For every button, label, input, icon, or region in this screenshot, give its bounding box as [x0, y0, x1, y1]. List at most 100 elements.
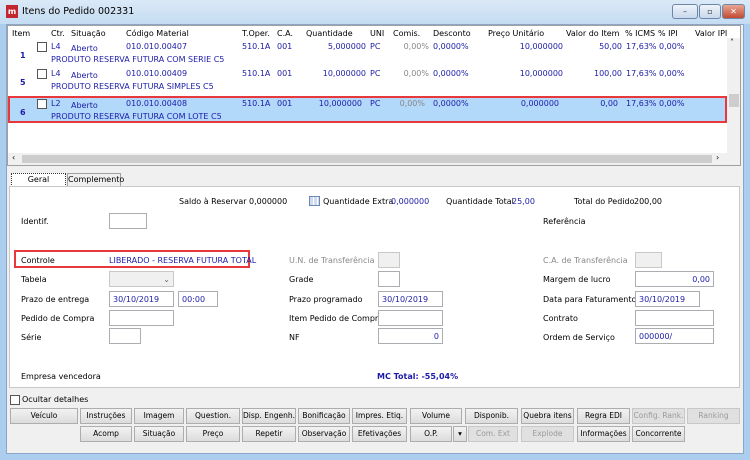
repetir-button[interactable]: Repetir	[242, 426, 296, 442]
item-number: 6	[20, 108, 26, 117]
controle-value: LIBERADO - RESERVA FUTURA TOTAL	[109, 256, 257, 265]
desconto: 0,0000%	[433, 69, 469, 78]
grade-input[interactable]	[378, 271, 400, 287]
column-header[interactable]: UNI	[370, 29, 384, 38]
prazo-programado-input[interactable]: 30/10/2019	[378, 291, 443, 307]
title-bar: m Itens do Pedido 002331 – ▫ ✕	[0, 0, 750, 24]
situacao-value: Aberto	[71, 101, 98, 110]
uni-value: PC	[370, 99, 381, 108]
ordem-servico-input[interactable]: 000000/	[635, 328, 714, 344]
pedido-compra-input[interactable]	[109, 310, 174, 326]
nf-input[interactable]: 0	[378, 328, 443, 344]
item-number: 5	[20, 78, 26, 87]
column-header[interactable]: Ctr.	[51, 29, 65, 38]
ocultar-detalhes-checkbox[interactable]	[10, 395, 20, 405]
column-header[interactable]: C.A.	[277, 29, 293, 38]
table-row[interactable]: 5 L4 Aberto 010.010.00409 510.1A 001 PC 0,0000%…	[8, 66, 727, 93]
ordem-servico-label: Ordem de Serviço	[543, 333, 615, 342]
question-button[interactable]: Question.	[186, 408, 240, 424]
items-grid[interactable]: Item Ctr. Situação Código Material T.Oper. C.…	[7, 25, 741, 166]
impres-etiq-button[interactable]: Impres. Etiq.	[352, 408, 407, 424]
prazo-entrega-time-input[interactable]: 00:00	[178, 291, 218, 307]
scroll-left-icon[interactable]: ‹	[12, 153, 15, 162]
nf-label: NF	[289, 333, 300, 342]
row-checkbox[interactable]	[37, 69, 47, 79]
margem-input[interactable]: 0,00	[635, 271, 714, 287]
instru-es-button[interactable]: Instruções	[80, 408, 132, 424]
imagem-button[interactable]: Imagem	[134, 408, 184, 424]
tab-geral[interactable]: Geral	[11, 173, 66, 187]
column-header[interactable]: Preço Unitário	[488, 29, 544, 38]
observa-o-button[interactable]: Observação	[298, 426, 350, 442]
vertical-scrollbar[interactable]: ˄	[727, 38, 740, 165]
scroll-thumb[interactable]	[22, 155, 712, 163]
column-header[interactable]: Desconto	[433, 29, 471, 38]
close-button[interactable]: ✕	[722, 4, 745, 19]
item-number: 1	[20, 51, 26, 60]
column-header[interactable]: Quantidade	[306, 29, 353, 38]
config-rank-button: Config. Rank.	[632, 408, 685, 424]
table-row[interactable]: 1 L4 Aberto 010.010.00407 510.1A 001 PC 0,0000%…	[8, 39, 727, 66]
table-row[interactable]: 6 L2 Aberto 010.010.00408 510.1A 001 PC 0,0000%…	[8, 96, 727, 123]
identif-input[interactable]	[109, 213, 147, 229]
uni-value: PC	[370, 69, 381, 78]
column-header[interactable]: Situação	[71, 29, 106, 38]
preco-unitario: 10,000000	[519, 69, 563, 78]
ve-culo-button[interactable]: Veículo	[10, 408, 78, 424]
preco-unitario: 0,000000	[520, 99, 559, 108]
column-header[interactable]: Item	[12, 29, 30, 38]
row-checkbox[interactable]	[37, 99, 47, 109]
comis: 0,00%	[399, 99, 425, 108]
column-header[interactable]: Valor IPI	[695, 29, 727, 38]
explode-button: Explode	[521, 426, 574, 442]
total-pedido-value: 200,00	[634, 197, 662, 206]
regra-edi-button[interactable]: Regra EDI	[577, 408, 630, 424]
volume-button[interactable]: Volume	[410, 408, 462, 424]
horizontal-scrollbar[interactable]: ‹ ›	[8, 153, 727, 165]
concorrente-button[interactable]: Concorrente	[632, 426, 685, 442]
margem-label: Margem de lucro	[543, 275, 611, 284]
acomp-button[interactable]: Acomp	[80, 426, 132, 442]
efetiva-es-button[interactable]: Efetivações	[352, 426, 407, 442]
informa-es-button[interactable]: Informações	[577, 426, 630, 442]
data-faturamento-input[interactable]: 30/10/2019	[635, 291, 700, 307]
ranking-button: Ranking	[687, 408, 740, 424]
t-oper: 510.1A	[242, 42, 271, 51]
row-checkbox[interactable]	[37, 42, 47, 52]
calendar-grid-icon[interactable]	[309, 196, 320, 206]
item-pedido-compra-label: Item Pedido de Compra	[289, 314, 384, 323]
qtd-total-label: Quantidade Total	[446, 197, 514, 206]
quantidade: 5,000000	[327, 42, 366, 51]
item-pedido-compra-input[interactable]	[378, 310, 443, 326]
prazo-entrega-date-input[interactable]: 30/10/2019	[109, 291, 174, 307]
column-header[interactable]: Comis.	[393, 29, 420, 38]
desconto: 0,0000%	[433, 42, 469, 51]
bonifica-o-button[interactable]: Bonificação	[298, 408, 350, 424]
column-header[interactable]: Valor do Item	[566, 29, 619, 38]
column-header[interactable]: T.Oper.	[242, 29, 270, 38]
disponib-button[interactable]: Disponib.	[465, 408, 518, 424]
disp-engenh-button[interactable]: Disp. Engenh.	[242, 408, 296, 424]
situa-o-button[interactable]: Situação	[134, 426, 184, 442]
valor-item: 100,00	[594, 69, 622, 78]
scroll-up-icon[interactable]: ˄	[730, 38, 734, 47]
qtd-extra-value: 0,000000	[391, 197, 430, 206]
o-p-button[interactable]: O.P.	[410, 426, 452, 442]
contrato-input[interactable]	[635, 310, 714, 326]
scroll-right-icon[interactable]: ›	[716, 153, 719, 162]
pre-o-button[interactable]: Preço	[186, 426, 240, 442]
tab-complemento[interactable]: Complemento	[67, 173, 124, 187]
minimize-button[interactable]: –	[672, 4, 698, 19]
column-header[interactable]: % ICMS	[625, 29, 655, 38]
ctr-value: L4	[51, 42, 61, 51]
op-dropdown-arrow-icon[interactable]: ▾	[453, 426, 467, 442]
column-header[interactable]: Código Material	[126, 29, 189, 38]
maximize-button[interactable]: ▫	[699, 4, 721, 19]
quebra-itens-button[interactable]: Quebra itens	[521, 408, 574, 424]
t-oper: 510.1A	[242, 69, 271, 78]
tabela-select[interactable]: ⌄	[109, 271, 174, 287]
scroll-thumb[interactable]	[729, 94, 739, 107]
quantidade: 10,000000	[318, 99, 362, 108]
column-header[interactable]: % IPI	[658, 29, 678, 38]
serie-input[interactable]	[109, 328, 141, 344]
